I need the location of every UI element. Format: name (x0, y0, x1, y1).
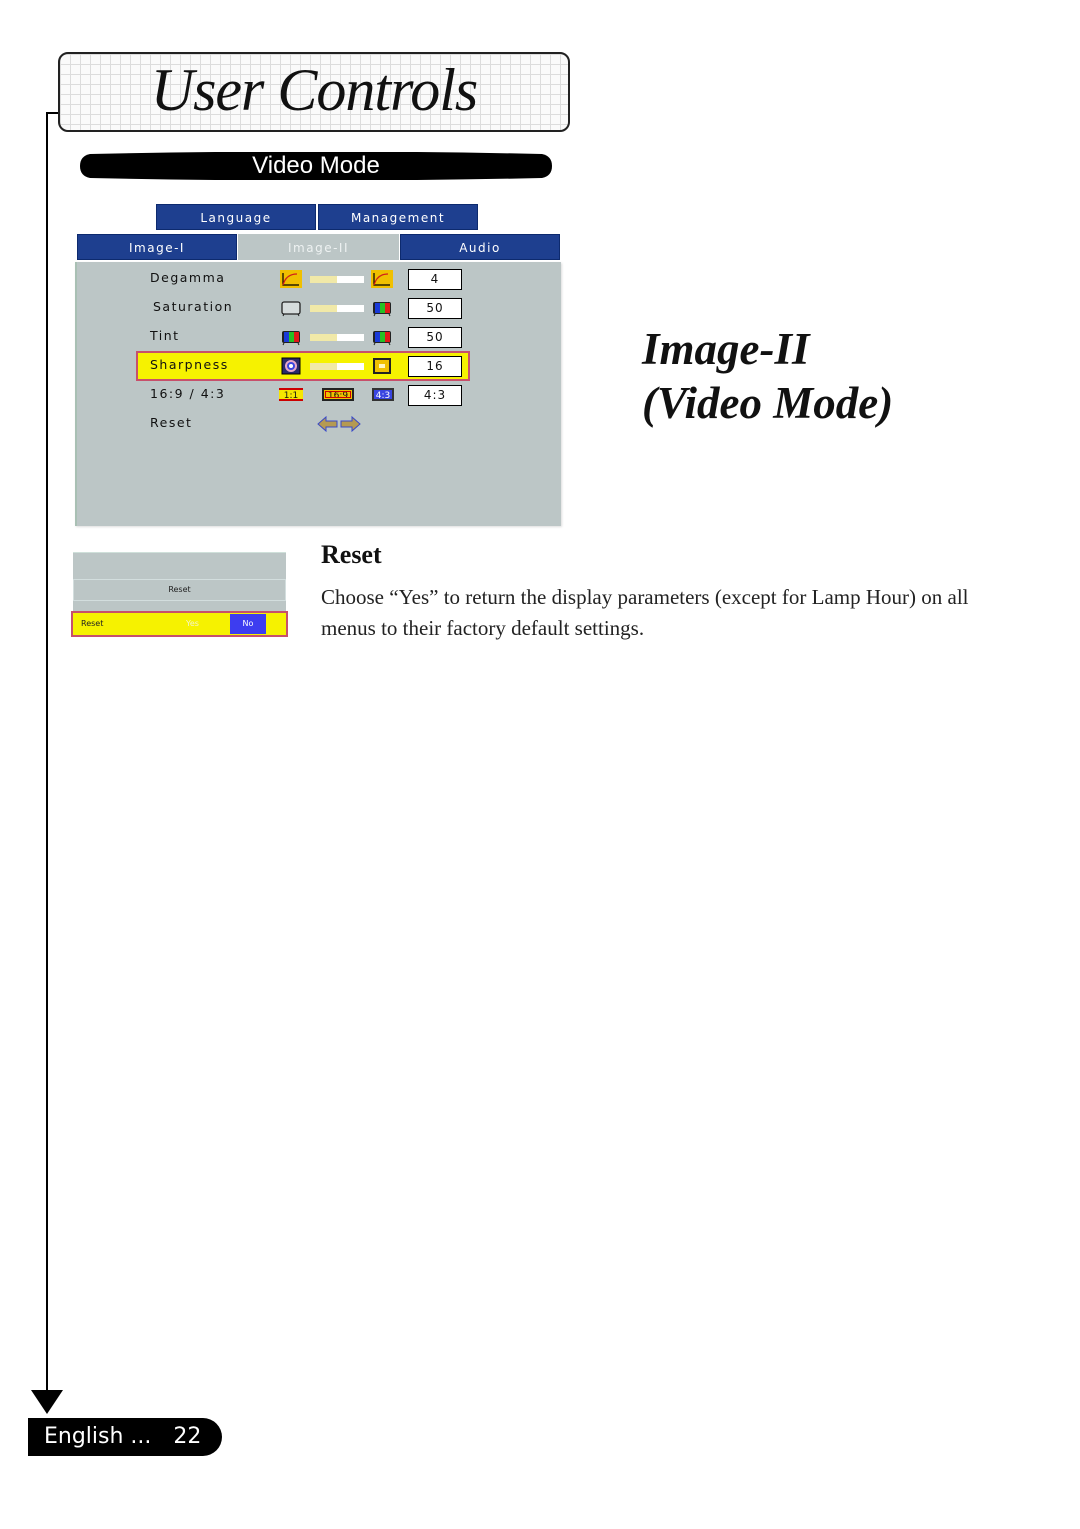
sharpness-value: 16 (408, 356, 462, 377)
section-banner: Video Mode (80, 152, 552, 180)
no-button[interactable]: No (230, 614, 266, 634)
tab-language[interactable]: Language (156, 204, 316, 230)
gray-tv-icon (280, 299, 302, 317)
saturation-slider-fill (310, 305, 337, 312)
degamma-label: Degamma (150, 270, 226, 285)
footer-language: English ... (44, 1424, 152, 1449)
arrow-right-icon (340, 415, 361, 433)
title-banner: User Controls (58, 52, 570, 132)
reset-arrows[interactable] (317, 415, 361, 437)
color-tv-icon (371, 328, 393, 346)
aspect-4-3-icon[interactable]: 4:3 (372, 388, 394, 401)
down-arrow-icon (31, 1390, 63, 1414)
degamma-curve-icon (371, 270, 393, 288)
sharpness-sharp-icon (371, 357, 393, 375)
reset-description: Choose “Yes” to return the display param… (321, 585, 969, 640)
osd-panel: Degamma 4 Saturation 50 Tint 50 Sharpnes… (75, 262, 561, 526)
degamma-slider[interactable] (310, 276, 364, 283)
saturation-label: Saturation (153, 299, 234, 314)
degamma-row[interactable]: Degamma 4 (77, 266, 563, 292)
page-heading: Image-II (Video Mode) (642, 322, 893, 430)
page-heading-line1: Image-II (642, 324, 810, 374)
reset-dialog: Reset Reset Yes No (71, 552, 288, 637)
reset-confirm-label: Reset (81, 619, 104, 628)
degamma-value: 4 (408, 269, 462, 290)
aspect-label: 16:9 / 4:3 (150, 386, 226, 401)
sharpness-row[interactable]: Sharpness 16 (136, 351, 470, 381)
tint-slider-fill (310, 334, 337, 341)
tab-audio[interactable]: Audio (400, 234, 560, 260)
degamma-curve-icon (280, 270, 302, 288)
tint-row[interactable]: Tint 50 (77, 324, 563, 350)
page-title: User Controls (150, 57, 479, 123)
sharpness-slider-fill (310, 363, 337, 370)
color-tv-icon (280, 328, 302, 346)
page-number: 22 (173, 1424, 202, 1449)
reset-dialog-spacer (73, 601, 286, 612)
saturation-value: 50 (408, 298, 462, 319)
degamma-slider-fill (310, 276, 337, 283)
tint-slider[interactable] (310, 334, 364, 341)
saturation-slider[interactable] (310, 305, 364, 312)
aspect-row[interactable]: 16:9 / 4:3 1:1 16:9 4:3 4:3 (77, 382, 563, 408)
sharpness-label: Sharpness (150, 357, 229, 372)
reset-heading: Reset (321, 540, 382, 569)
reset-row[interactable]: Reset (77, 411, 563, 437)
aspect-value: 4:3 (408, 385, 462, 406)
aspect-16-9-icon[interactable]: 16:9 (322, 388, 354, 401)
tab-image-i[interactable]: Image-I (77, 234, 237, 260)
yes-button[interactable]: Yes (186, 613, 199, 635)
reset-dialog-title: Reset (73, 579, 286, 601)
sharpness-slider[interactable] (310, 363, 364, 370)
reset-label: Reset (150, 415, 193, 430)
section-title: Video Mode (252, 152, 380, 179)
osd-menu: Language Management Image-I Image-II Aud… (75, 204, 561, 526)
color-tv-icon (371, 299, 393, 317)
tint-value: 50 (408, 327, 462, 348)
tab-image-ii[interactable]: Image-II (238, 234, 399, 260)
arrow-left-icon (317, 415, 338, 433)
reset-dialog-header (73, 552, 286, 579)
tab-management[interactable]: Management (318, 204, 478, 230)
tint-label: Tint (150, 328, 180, 343)
aspect-1-1-icon[interactable]: 1:1 (279, 388, 303, 401)
saturation-row[interactable]: Saturation 50 (77, 295, 563, 321)
sharpness-soft-icon (280, 357, 302, 375)
page-heading-line2: (Video Mode) (642, 378, 894, 428)
left-guide-rail (46, 112, 48, 1392)
reset-confirm-bar: Reset Yes No (71, 611, 288, 637)
footer-text: English ... 22 (44, 1419, 201, 1455)
